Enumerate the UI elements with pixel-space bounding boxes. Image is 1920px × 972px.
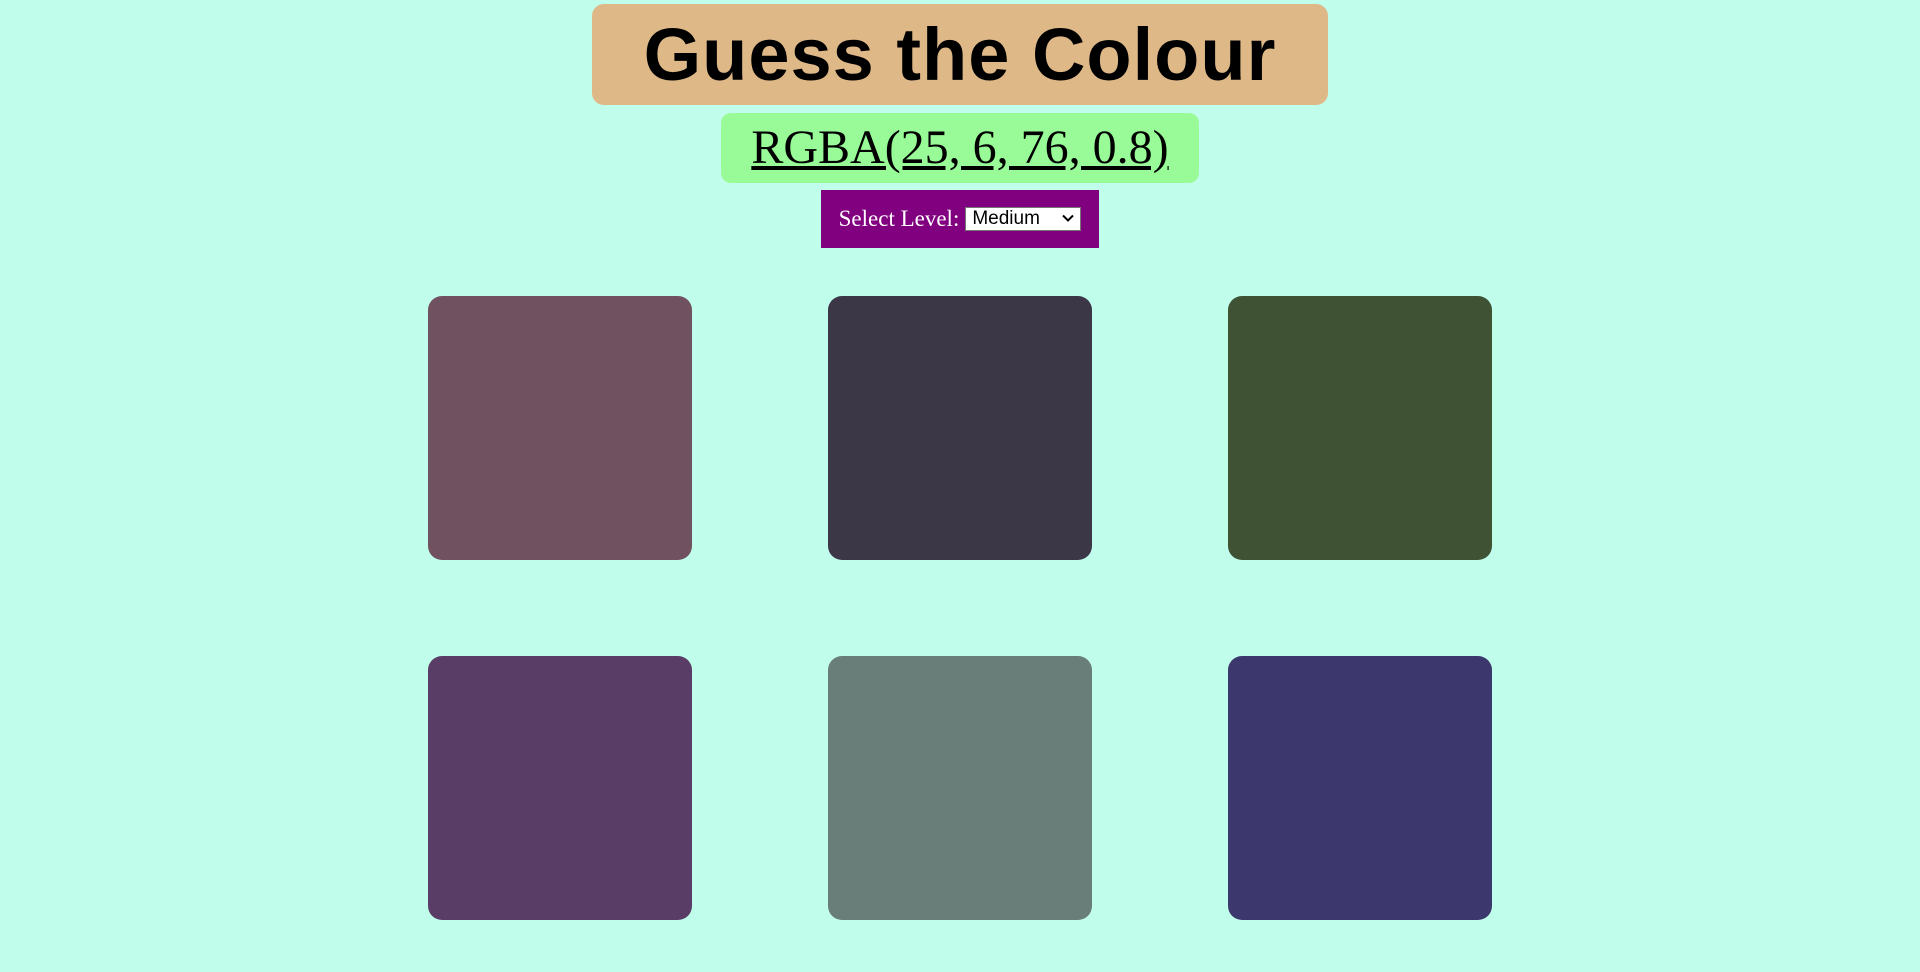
colour-swatch-6[interactable] (1228, 656, 1492, 920)
colour-swatch-3[interactable] (1228, 296, 1492, 560)
colour-swatch-4[interactable] (428, 656, 692, 920)
colour-swatch-5[interactable] (828, 656, 1092, 920)
colour-grid (0, 0, 1920, 972)
colour-swatch-1[interactable] (428, 296, 692, 560)
colour-swatch-2[interactable] (828, 296, 1092, 560)
